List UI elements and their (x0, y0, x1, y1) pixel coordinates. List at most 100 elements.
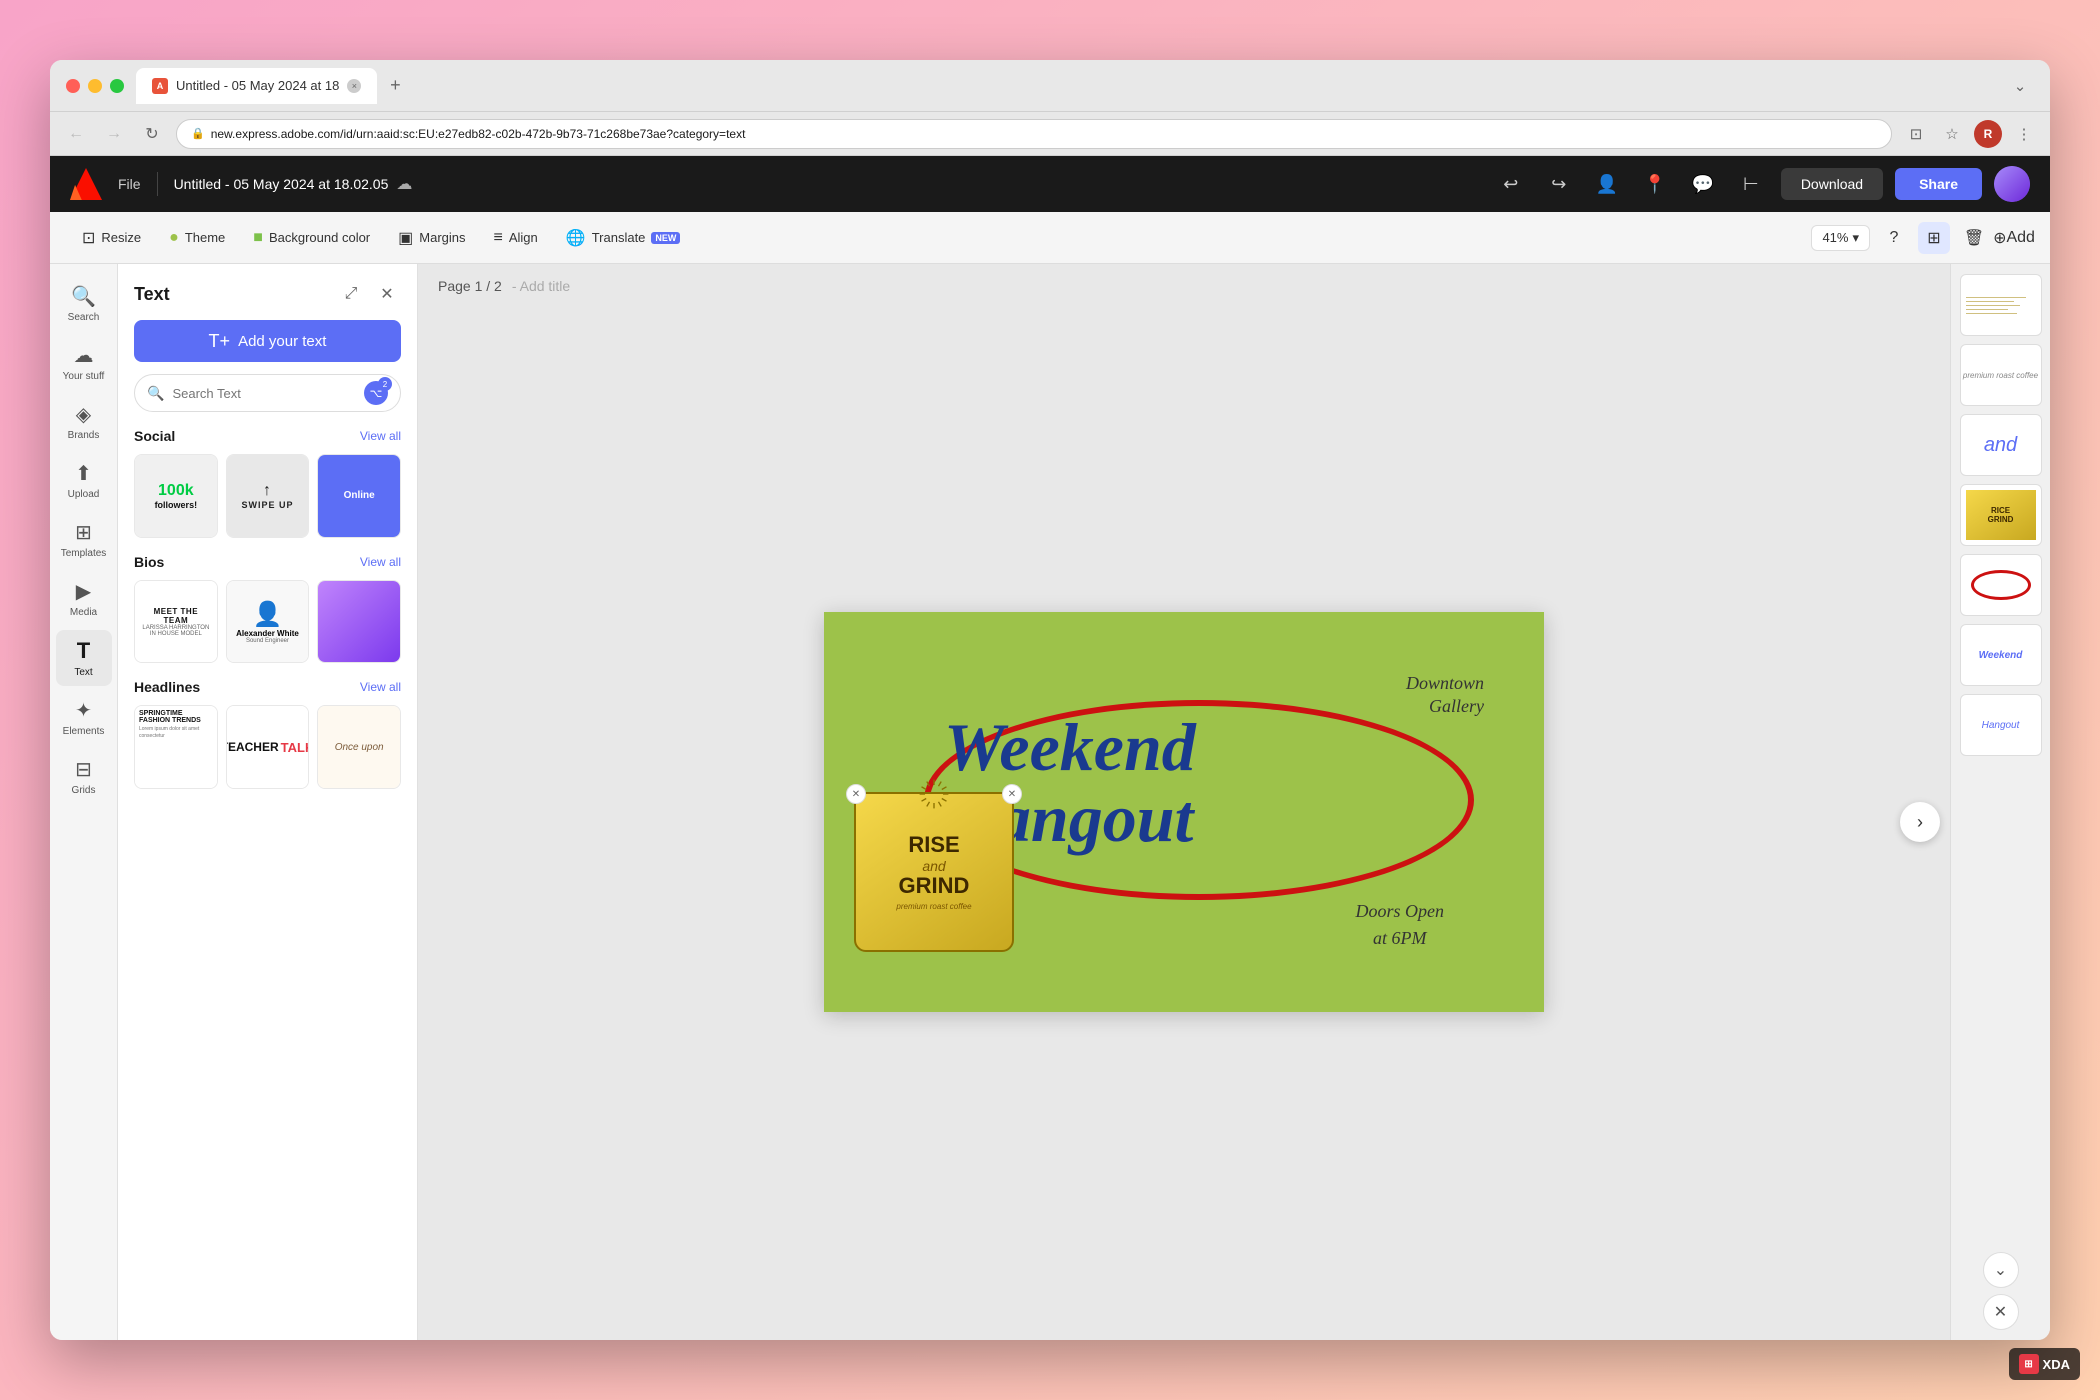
theme-button[interactable]: ● Theme (157, 223, 237, 253)
add-title-label[interactable]: - Add title (512, 278, 570, 294)
tab-favicon: A (152, 78, 168, 94)
template-online[interactable]: Online (317, 454, 401, 538)
undo-button[interactable]: ↩ (1493, 166, 1529, 202)
text-panel: Text ⤢ ✕ T+ Add your text 🔍 ⌥ 2 (118, 264, 418, 1340)
close-panel-button[interactable]: ✕ (373, 280, 401, 308)
sidebar-item-search[interactable]: 🔍 Search (56, 276, 112, 331)
search-icon: 🔍 (71, 284, 96, 309)
sidebar-item-upload[interactable]: ⬆ Upload (56, 453, 112, 508)
share-button[interactable]: Share (1895, 168, 1982, 200)
resize-button[interactable]: ⊡ Resize (70, 222, 153, 254)
background-color-button[interactable]: ■ Background color (241, 223, 382, 253)
pin-icon[interactable]: 📍 (1637, 166, 1673, 202)
download-button[interactable]: Download (1781, 168, 1883, 200)
bios-section-header: Bios View all (134, 554, 401, 570)
grind-text: GRIND (899, 874, 970, 898)
canvas-area: Page 1 / 2 - Add title Downtown Gallery (418, 264, 1950, 1340)
add-icon[interactable]: ⊕ Add (1998, 222, 2030, 254)
filter-badge: 2 (378, 377, 392, 391)
sidebar-item-brands[interactable]: ◈ Brands (56, 394, 112, 449)
sidebar-item-your-stuff[interactable]: ☁ Your stuff (56, 335, 112, 390)
align-button[interactable]: ≡ Align (482, 223, 550, 253)
thumb-premium-text[interactable]: premium roast coffee (1960, 344, 2042, 406)
bios-view-all[interactable]: View all (360, 555, 401, 569)
adobe-logo (70, 168, 102, 200)
traffic-lights (66, 79, 124, 93)
design-canvas[interactable]: Downtown Gallery Weekend Hangout (824, 612, 1544, 1012)
comment-icon[interactable]: 💬 (1685, 166, 1721, 202)
thumb-weekend[interactable]: Weekend (1960, 624, 2042, 686)
user-avatar[interactable] (1994, 166, 2030, 202)
thumb-and-text[interactable]: and (1960, 414, 2042, 476)
help-icon[interactable]: ? (1878, 222, 1910, 254)
zoom-control[interactable]: 41% ▾ (1811, 225, 1870, 251)
title-bar: A Untitled - 05 May 2024 at 18 × + ⌄ (50, 60, 2050, 112)
url-bar[interactable]: 🔒 new.express.adobe.com/id/urn:aaid:sc:E… (176, 119, 1892, 149)
browser-window: A Untitled - 05 May 2024 at 18 × + ⌄ ← →… (50, 60, 2050, 1340)
brands-icon: ◈ (76, 402, 91, 427)
template-teacher-talk[interactable]: TEACHER TALK (226, 705, 310, 789)
page-indicator: Page 1 / 2 (438, 278, 502, 294)
back-button[interactable]: ← (62, 120, 90, 148)
thumb-oval[interactable] (1960, 554, 2042, 616)
doors-open-text[interactable]: Doors Open at 6PM (1356, 898, 1445, 952)
file-menu[interactable]: File (118, 176, 141, 192)
template-alexander[interactable]: 👤 Alexander White Sound Engineer (226, 580, 310, 664)
layers-icon[interactable]: ⊞ (1918, 222, 1950, 254)
search-input[interactable] (172, 386, 356, 401)
text-plus-icon: T+ (209, 331, 231, 352)
xda-logo-icon: ⊞ (2019, 1354, 2039, 1374)
thumb-rice-grind[interactable]: RICEGRIND (1960, 484, 2042, 546)
main-content: 🔍 Search ☁ Your stuff ◈ Brands ⬆ Upload … (50, 264, 2050, 1340)
collapse-panel-button[interactable]: ⌄ (1983, 1252, 2019, 1288)
weekend-hangout-text[interactable]: Weekend Hangout (944, 712, 1514, 855)
refresh-button[interactable]: ↻ (138, 120, 166, 148)
profile-button[interactable]: R (1974, 120, 2002, 148)
add-text-button[interactable]: T+ Add your text (134, 320, 401, 362)
star-icon[interactable]: ☆ (1938, 120, 1966, 148)
canvas-header: Page 1 / 2 - Add title (418, 264, 1950, 304)
chevron-down-icon[interactable]: ⌄ (2006, 72, 2034, 100)
template-fashion[interactable]: SPRINGTIMEFASHION TRENDS Lorem ipsum dol… (134, 705, 218, 789)
collaborate-icon[interactable]: 👤 (1589, 166, 1625, 202)
close-button[interactable] (66, 79, 80, 93)
close-panel-button[interactable]: ✕ (1983, 1294, 2019, 1330)
template-rac[interactable] (317, 580, 401, 664)
translate-icon: 🌐 (566, 228, 586, 248)
maximize-button[interactable] (110, 79, 124, 93)
sidebar-item-grids[interactable]: ⊟ Grids (56, 749, 112, 804)
more-options-icon[interactable]: ⋮ (2010, 120, 2038, 148)
sidebar-item-elements[interactable]: ✦ Elements (56, 690, 112, 745)
tab-close-button[interactable]: × (347, 79, 361, 93)
margins-button[interactable]: ▣ Margins (386, 222, 477, 254)
next-page-button[interactable]: › (1900, 802, 1940, 842)
thumb-lines[interactable] (1960, 274, 2042, 336)
right-panel-bottom: ⌄ ✕ (1983, 1252, 2019, 1330)
template-once-upon[interactable]: Once upon (317, 705, 401, 789)
active-tab[interactable]: A Untitled - 05 May 2024 at 18 × (136, 68, 377, 104)
template-meet-team[interactable]: MEET THETEAM LARISSA HARRINGTONIN HOUSE … (134, 580, 218, 664)
rise-grind-element[interactable]: RISE and GRIND premium roast coffee ✕ ✕ (854, 792, 1014, 952)
thumb-hangout[interactable]: Hangout (1960, 694, 2042, 756)
forward-button[interactable]: → (100, 120, 128, 148)
present-icon[interactable]: ⊢ (1733, 166, 1769, 202)
cast-icon[interactable]: ⊡ (1902, 120, 1930, 148)
redo-button[interactable]: ↪ (1541, 166, 1577, 202)
and-text: and (922, 858, 945, 874)
delete-icon[interactable]: 🗑 (1958, 222, 1990, 254)
headlines-view-all[interactable]: View all (360, 680, 401, 694)
elements-icon: ✦ (75, 698, 92, 723)
translate-button[interactable]: 🌐 Translate NEW (554, 222, 693, 254)
sidebar-item-text[interactable]: T Text (56, 630, 112, 686)
social-view-all[interactable]: View all (360, 429, 401, 443)
selection-handle-tr[interactable]: ✕ (1002, 784, 1022, 804)
sidebar-item-media[interactable]: ▶ Media (56, 571, 112, 626)
minimize-button[interactable] (88, 79, 102, 93)
filter-button[interactable]: ⌥ 2 (364, 381, 388, 405)
selection-handle-tl[interactable]: ✕ (846, 784, 866, 804)
template-swipe-up[interactable]: ↑ SWIPE UP (226, 454, 310, 538)
new-tab-button[interactable]: + (381, 72, 409, 100)
expand-panel-button[interactable]: ⤢ (337, 280, 365, 308)
template-followers[interactable]: 100k followers! (134, 454, 218, 538)
sidebar-item-templates[interactable]: ⊞ Templates (56, 512, 112, 567)
